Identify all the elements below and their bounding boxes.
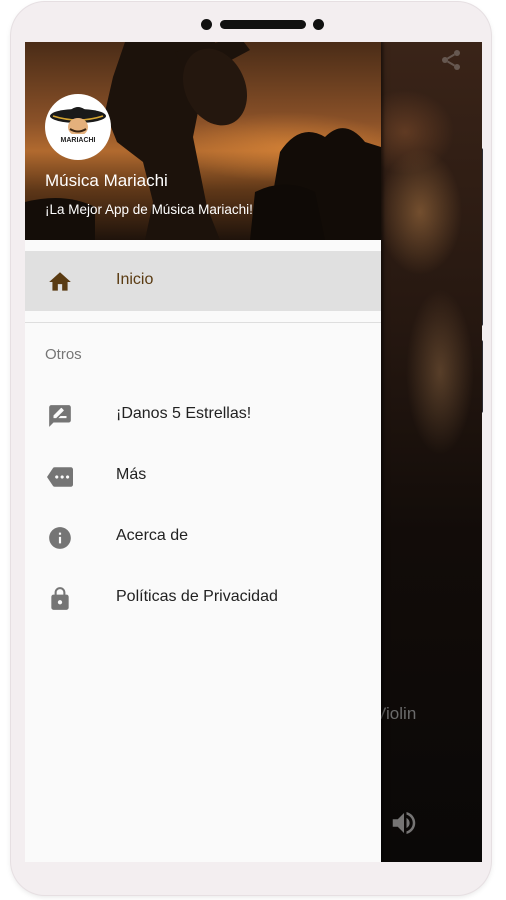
mariachi-logo-icon: MARIACHI bbox=[50, 107, 106, 144]
sensor-dot bbox=[313, 19, 324, 30]
app-logo: MARIACHI bbox=[45, 94, 111, 160]
drawer-header: MARIACHI Música Mariachi ¡La Mejor App d… bbox=[25, 42, 381, 240]
navigation-drawer: MARIACHI Música Mariachi ¡La Mejor App d… bbox=[25, 42, 381, 862]
menu-divider bbox=[25, 322, 381, 323]
rate-review-icon bbox=[49, 405, 71, 427]
menu-item-label: Acerca de bbox=[116, 527, 189, 544]
menu-item-mas[interactable]: Más bbox=[25, 446, 381, 506]
logo-text: MARIACHI bbox=[61, 137, 96, 144]
menu-item-label: Políticas de Privacidad bbox=[116, 588, 278, 605]
app-title: Música Mariachi bbox=[45, 171, 168, 190]
more-tag-icon bbox=[47, 467, 73, 487]
info-icon bbox=[49, 527, 71, 549]
menu-item-inicio[interactable]: Inicio bbox=[25, 251, 381, 311]
app-screen: Violin MARIACHI Música Mariachi ¡La Mejo… bbox=[25, 42, 482, 862]
menu-item-label: Inicio bbox=[116, 271, 154, 288]
menu-item-rate[interactable]: ¡Danos 5 Estrellas! bbox=[25, 385, 381, 445]
front-camera bbox=[201, 19, 212, 30]
menu-item-privacidad[interactable]: Políticas de Privacidad bbox=[25, 568, 381, 628]
lock-icon bbox=[51, 587, 69, 610]
earpiece-speaker bbox=[220, 20, 306, 29]
menu-item-label: Más bbox=[116, 466, 147, 483]
volume-icon[interactable] bbox=[389, 808, 419, 838]
share-icon[interactable] bbox=[437, 48, 465, 72]
section-title-otros: Otros bbox=[45, 346, 82, 363]
menu-item-label: ¡Danos 5 Estrellas! bbox=[116, 405, 252, 422]
menu-item-acerca[interactable]: Acerca de bbox=[25, 507, 381, 567]
home-icon bbox=[49, 272, 71, 291]
drawer-edge-shadow bbox=[381, 42, 385, 862]
app-subtitle: ¡La Mejor App de Música Mariachi! bbox=[45, 202, 253, 217]
